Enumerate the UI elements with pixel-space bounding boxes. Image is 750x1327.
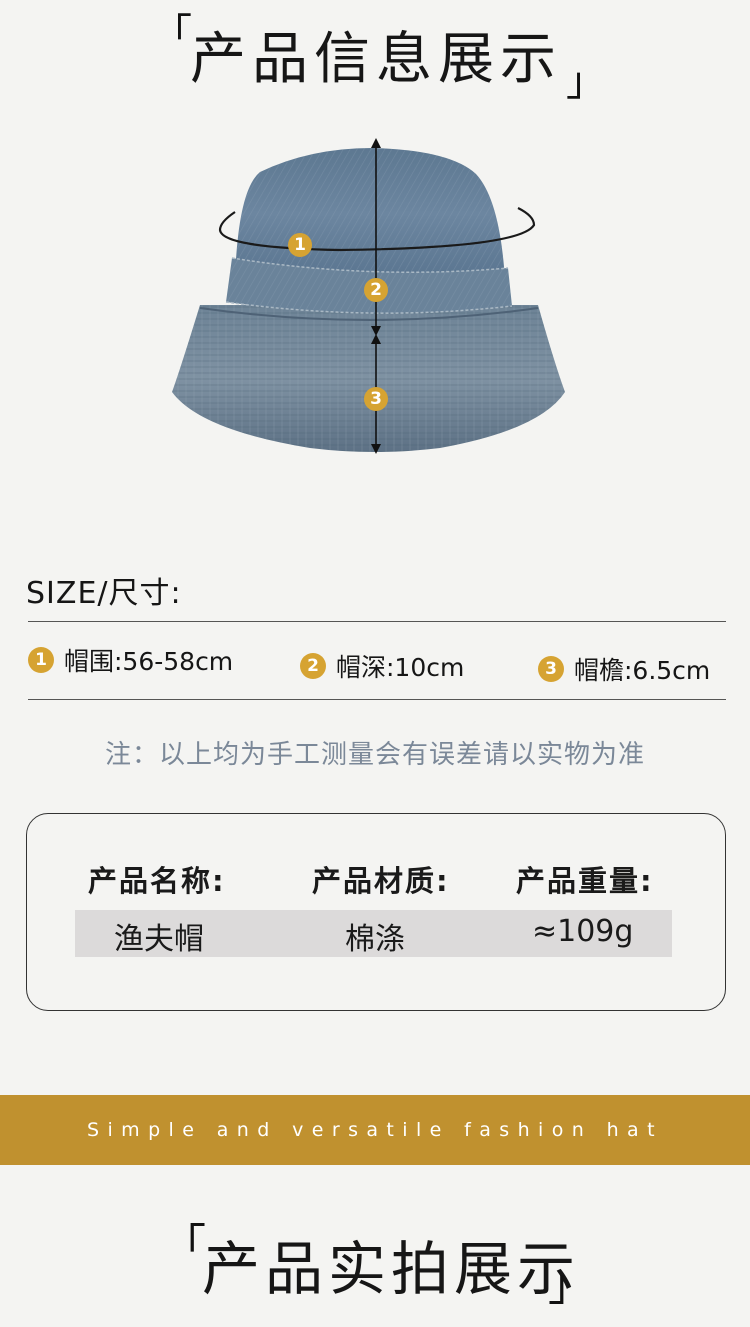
page-title: 产品信息展示 [190,27,562,92]
marker-3: 3 [364,387,388,411]
measure-number-1: 1 [28,647,54,673]
measurement-note: 注：以上均为手工测量会有误差请以实物为准 [104,740,645,770]
section-title-photos: 产品实拍展示 [202,1235,581,1303]
measure-number-2: 2 [300,653,326,679]
title-close-bracket: 」 [566,59,606,105]
measure-text-2: 帽深:10cm [336,653,465,682]
footer-open-bracket: 「 [162,1220,206,1271]
measure-circumference: 1 帽围:56-58cm [28,642,233,678]
footer-close-bracket: 」 [548,1260,592,1311]
marker-1: 1 [288,233,312,257]
measure-text-3: 帽檐:6.5cm [574,656,711,685]
marker-2: 2 [364,278,388,302]
measure-text-1: 帽围:56-58cm [64,647,234,676]
slogan-text: Simple and versatile fashion hat [87,1119,663,1141]
spec-header-weight: 产品重量: [516,864,654,898]
spec-header-name: 产品名称: [88,864,226,898]
title-open-bracket: 「 [152,11,192,57]
spec-value-material: 棉涤 [345,922,405,957]
hat-diagram: 1 2 3 [160,130,580,460]
measure-depth: 2 帽深:10cm [300,648,464,684]
measure-brim: 3 帽檐:6.5cm [538,651,710,687]
slogan-band: Simple and versatile fashion hat [0,1095,750,1165]
spec-header-material: 产品材质: [312,864,450,898]
divider-top [28,621,726,622]
size-label: SIZE/尺寸: [26,576,182,611]
measure-number-3: 3 [538,656,564,682]
spec-value-weight: ≈109g [532,914,634,949]
divider-bottom [28,699,726,700]
spec-value-name: 渔夫帽 [114,922,204,957]
